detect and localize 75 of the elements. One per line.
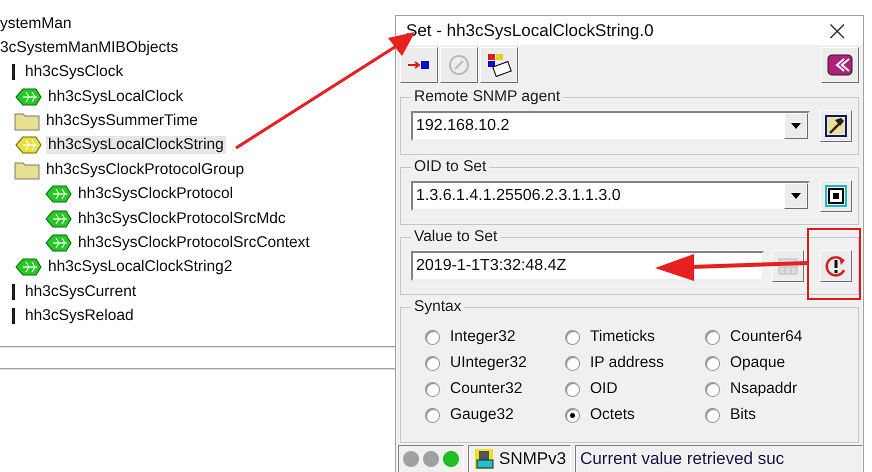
- tree-item[interactable]: hh3cSysLocalClockString2: [46, 258, 234, 276]
- tree-item[interactable]: hh3cSysClockProtocolGroup: [44, 160, 246, 179]
- connect-button[interactable]: [400, 47, 438, 84]
- hammer-icon: [825, 115, 847, 138]
- dropdown-field[interactable]: 192.168.10.2: [411, 111, 810, 142]
- stop-button[interactable]: [820, 180, 852, 212]
- radio-option[interactable]: Counter32: [425, 378, 565, 400]
- radio-button[interactable]: [565, 408, 580, 423]
- tree-item[interactable]: hh3cSysClockProtocolSrcContext: [76, 234, 312, 252]
- radio-button[interactable]: [565, 330, 580, 345]
- radio-button[interactable]: [565, 356, 580, 371]
- protocol-version: SNMPv3: [499, 449, 566, 470]
- dropdown-field[interactable]: 1.3.6.1.4.1.25506.2.3.1.1.3.0: [411, 181, 810, 212]
- radio-option[interactable]: Timeticks: [565, 326, 705, 348]
- exit-button[interactable]: [821, 47, 859, 84]
- radio-button[interactable]: [425, 408, 440, 423]
- tree-item[interactable]: hh3cSysClock: [23, 63, 126, 82]
- radio-button[interactable]: [705, 330, 720, 345]
- radio-option[interactable]: UInteger32: [425, 352, 565, 374]
- agent-properties-button[interactable]: [820, 110, 852, 142]
- radio-button[interactable]: [425, 356, 440, 371]
- radio-button[interactable]: [705, 356, 720, 371]
- leaf-icon: [44, 208, 72, 229]
- group-label: Remote SNMP agent: [413, 88, 562, 106]
- circle-icon: [448, 54, 470, 76]
- radio-option[interactable]: Counter64: [705, 326, 835, 348]
- group-label: OID to Set: [413, 158, 488, 176]
- exit-icon: [827, 53, 853, 78]
- radio-option[interactable]: Octets: [565, 404, 705, 426]
- tree-item[interactable]: hh3cSysClockProtocolSrcMdc: [76, 210, 288, 228]
- leaf-icon: [44, 232, 72, 253]
- radio-option[interactable]: IP address: [565, 352, 705, 374]
- leaf-icon: [14, 86, 42, 107]
- tree-item[interactable]: hh3cSysLocalClock: [46, 88, 186, 106]
- leaf-icon: [14, 257, 42, 278]
- radio-dot-icon: [570, 412, 575, 418]
- tree-item[interactable]: ystemMan: [0, 12, 72, 36]
- group-label: Value to Set: [413, 228, 498, 246]
- radio-option[interactable]: OID: [565, 378, 705, 400]
- dropdown-arrow-icon: [791, 193, 801, 200]
- radio-button[interactable]: [705, 408, 720, 423]
- radio-option[interactable]: Opaque: [705, 352, 835, 374]
- lock-printer-icon: [473, 447, 495, 472]
- folder-icon: [14, 110, 40, 131]
- tree-item[interactable]: hh3cSysCurrent: [23, 282, 138, 301]
- tree-item[interactable]: hh3cSysReload: [23, 307, 136, 326]
- set-button[interactable]: [820, 250, 852, 282]
- radio-option[interactable]: Nsapaddr: [705, 378, 835, 400]
- status-message: Current value retrieved suc: [580, 449, 784, 470]
- tree-item[interactable]: 3cSystemManMIBObjects: [0, 36, 178, 60]
- radio-button[interactable]: [425, 382, 440, 397]
- leaf-icon: [14, 135, 42, 156]
- radio-option[interactable]: Gauge32: [425, 404, 565, 426]
- radio-button[interactable]: [705, 382, 720, 397]
- folder-icon: [14, 160, 40, 180]
- dropdown-button[interactable]: [784, 113, 808, 140]
- radio-button[interactable]: [565, 382, 580, 397]
- input-field[interactable]: 2019-1-1T3:32:48.4Z: [411, 251, 764, 282]
- mib-button[interactable]: [480, 47, 518, 84]
- refresh-icon: [824, 254, 848, 278]
- group-label: Syntax: [413, 298, 462, 316]
- square-icon: [825, 185, 847, 208]
- dropdown-arrow-icon: [791, 123, 801, 130]
- tree-item[interactable]: hh3cSysSummerTime: [44, 112, 200, 130]
- highlight-box: [807, 228, 861, 300]
- radio-option[interactable]: Bits: [705, 404, 835, 426]
- close-button[interactable]: ×: [822, 16, 853, 45]
- leaf-icon: [44, 184, 72, 204]
- dropdown-button[interactable]: [784, 183, 808, 210]
- tree-item[interactable]: hh3cSysClockProtocol: [76, 185, 236, 204]
- radio-option[interactable]: Integer32: [425, 326, 565, 348]
- tree-item[interactable]: hh3cSysLocalClockString: [46, 136, 226, 154]
- arrow-square-icon: [408, 60, 430, 70]
- radio-button[interactable]: [425, 330, 440, 345]
- windows-keyboard-icon: [486, 52, 512, 78]
